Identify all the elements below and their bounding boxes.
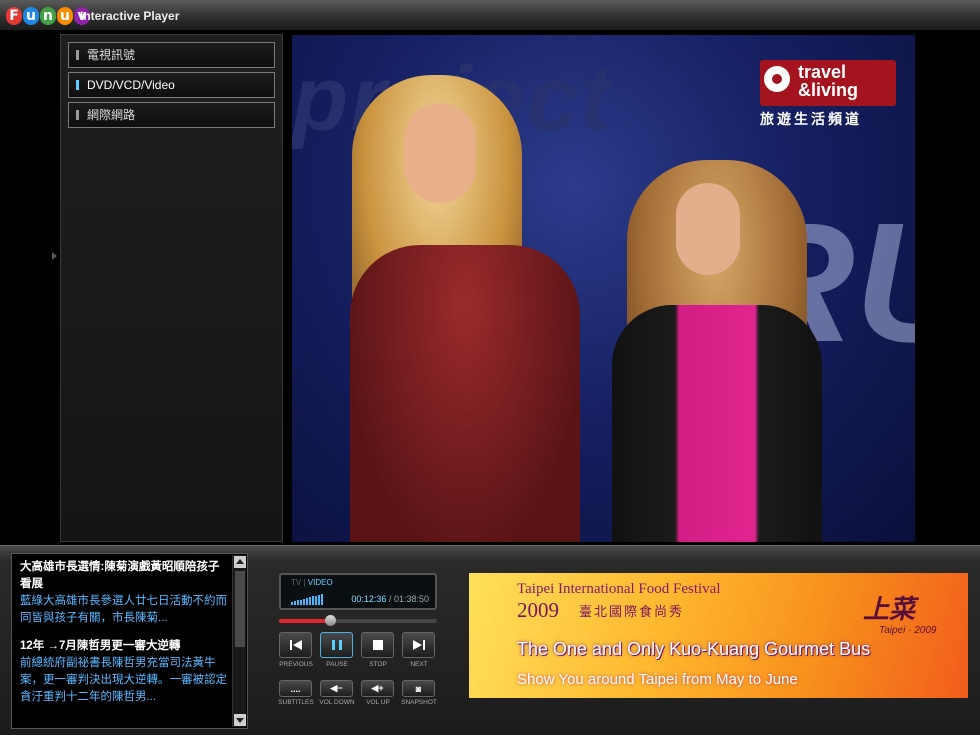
subtitles-button[interactable]: ....	[279, 680, 312, 697]
sidebar-item-tv-signal[interactable]: 電視訊號	[68, 42, 275, 68]
volume-bar	[312, 596, 314, 605]
news-body: 前總統府副祕書長陳哲男充當司法黃牛案，更一審判決出現大逆轉。一審被認定貪汙重判十…	[20, 657, 227, 703]
presenter-figure	[350, 245, 580, 542]
volume-bar	[306, 598, 308, 605]
previous-label: PREVIOUS	[279, 661, 313, 668]
ad-title-zh: 臺北國際食尚秀	[579, 604, 685, 619]
camera-icon: ◙	[415, 683, 422, 694]
ad-tagline: Show You around Taipei from May to June	[517, 671, 798, 688]
logo-letter: F	[6, 6, 22, 25]
news-item[interactable]: 大高雄市長選情:陳菊演戲黃昭順陪孩子看展 藍綠大高雄市長參選人廿七日活動不約而同…	[20, 559, 230, 627]
ad-headline: The One and Only Kuo-Kuang Gourmet Bus	[517, 639, 871, 659]
playback-display: TV | VIDEO 00:12:36 / 01:38:50	[279, 573, 437, 610]
volume-up-button[interactable]: ◀+	[361, 680, 394, 697]
subtitles-label: SUBTITLES	[278, 699, 314, 706]
volume-meter	[291, 594, 324, 605]
ad-title: Taipei International Food Festival	[517, 581, 721, 597]
sidebar-item-label: 電視訊號	[87, 48, 136, 62]
news-panel: 大高雄市長選情:陳菊演戲黃昭順陪孩子看展 藍綠大高雄市長參選人廿七日活動不約而同…	[11, 553, 248, 729]
scroll-up-icon[interactable]	[234, 556, 246, 568]
source-sidebar: 電視訊號 DVD/VCD/Video 網際網路	[60, 34, 283, 542]
discovery-icon	[764, 66, 790, 92]
sidebar-item-internet[interactable]: 網際網路	[68, 102, 275, 128]
volume-bar	[318, 594, 320, 605]
snapshot-label: SNAPSHOT	[401, 699, 437, 706]
ad-brand-logo: 上菜	[863, 594, 916, 624]
app-title: Interactive Player	[80, 9, 180, 23]
volume-down-button[interactable]: ◀−	[320, 680, 353, 697]
stop-icon	[372, 640, 383, 650]
next-label: NEXT	[410, 661, 428, 668]
seek-handle[interactable]	[324, 615, 336, 626]
news-scrollbar[interactable]	[232, 555, 246, 727]
subtitles-icon: ....	[290, 683, 301, 694]
volume-up-label: VOL UP	[366, 699, 390, 706]
volume-bar	[300, 599, 302, 605]
volume-bar	[309, 597, 311, 605]
channel-logo: travel &living	[760, 60, 896, 106]
stop-button[interactable]	[361, 632, 394, 658]
time-readout: 00:12:36 / 01:38:50	[351, 594, 429, 604]
pause-icon	[331, 640, 342, 650]
guest-figure	[676, 183, 740, 275]
current-time: 00:12:36	[351, 594, 387, 604]
pause-label: PAUSE	[326, 661, 348, 668]
ad-banner[interactable]: Taipei International Food Festival 2009 …	[469, 573, 968, 698]
logo-letter: u	[57, 6, 73, 25]
sidebar-item-dvd-video[interactable]: DVD/VCD/Video	[68, 72, 275, 98]
title-bar: Funuv Interactive Player	[0, 0, 980, 31]
news-title: 大高雄市長選情:陳菊演戲黃昭順陪孩子看展	[20, 561, 220, 590]
seek-progress	[279, 619, 330, 623]
volume-bar	[294, 601, 296, 605]
mode-separator: |	[303, 578, 306, 587]
ad-year: 2009	[517, 598, 559, 622]
mode-video-label: VIDEO	[307, 578, 333, 587]
pause-button[interactable]	[320, 632, 353, 658]
presenter-figure	[404, 103, 476, 203]
guest-figure	[612, 305, 822, 542]
scroll-down-icon[interactable]	[234, 714, 246, 726]
video-viewport[interactable]: project RUNW travel &living 旅遊生活頻道	[292, 35, 915, 542]
duration: / 01:38:50	[388, 594, 429, 604]
stop-label: STOP	[369, 661, 387, 668]
funuv-logo: Funuv	[6, 5, 91, 26]
volume-down-label: VOL DOWN	[319, 699, 355, 706]
next-icon	[412, 640, 425, 650]
next-button[interactable]	[402, 632, 435, 658]
collapse-arrow-icon[interactable]	[52, 252, 57, 260]
seek-bar[interactable]	[279, 615, 437, 626]
item-marker-icon	[76, 110, 79, 120]
volume-bar	[315, 595, 317, 605]
news-list: 大高雄市長選情:陳菊演戲黃昭順陪孩子看展 藍綠大高雄市長參選人廿七日活動不約而同…	[20, 559, 230, 717]
volume-bar	[291, 602, 293, 605]
player-window: Funuv Interactive Player 電視訊號 DVD/VCD/Vi…	[0, 0, 980, 735]
snapshot-button[interactable]: ◙	[402, 680, 435, 697]
volume-up-icon: ◀+	[371, 683, 384, 693]
scroll-thumb[interactable]	[235, 571, 245, 647]
previous-button[interactable]	[279, 632, 312, 658]
item-marker-icon	[76, 80, 79, 90]
volume-bar	[321, 594, 323, 605]
channel-subtitle: 旅遊生活頻道	[760, 111, 862, 127]
source-mode: TV | VIDEO	[291, 578, 333, 587]
news-title: 12年 →7月陳哲男更一審大逆轉	[20, 640, 181, 652]
news-body: 藍綠大高雄市長參選人廿七日活動不約而同皆與孩子有關，市長陳菊...	[20, 595, 227, 624]
volume-bar	[297, 600, 299, 605]
item-marker-icon	[76, 50, 79, 60]
sidebar-item-label: 網際網路	[87, 108, 136, 122]
mode-tv-label: TV	[291, 578, 302, 587]
logo-letter: u	[23, 6, 39, 25]
volume-bar	[303, 598, 305, 605]
volume-down-icon: ◀−	[330, 683, 343, 693]
logo-letter: n	[40, 6, 56, 25]
ad-brand-sub: Taipei · 2009	[879, 625, 937, 636]
sidebar-item-label: DVD/VCD/Video	[87, 78, 175, 92]
news-item[interactable]: 12年 →7月陳哲男更一審大逆轉 前總統府副祕書長陳哲男充當司法黃牛案，更一審判…	[20, 638, 230, 706]
previous-icon	[289, 640, 302, 650]
channel-logo-text: &living	[798, 80, 859, 100]
